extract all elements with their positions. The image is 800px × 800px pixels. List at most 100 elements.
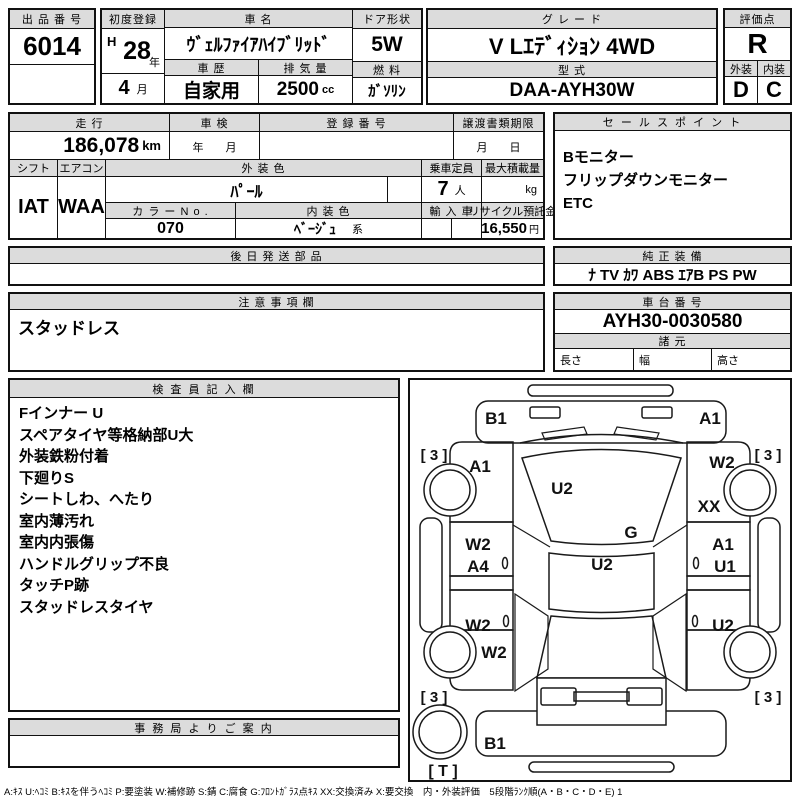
front-right-wheel-inner — [729, 469, 771, 511]
notes-value: スタッドレス — [18, 319, 120, 338]
damage-code-label: A1 — [712, 535, 734, 554]
front-left-wheel-inner — [429, 469, 471, 511]
inspector-note-item: スタッドレスタイヤ — [19, 598, 154, 616]
damage-code-label: W2 — [709, 453, 735, 472]
inspector-note-item: ハンドルグリップ不良 — [19, 555, 170, 573]
genuine-equipment-header: 純 正 装 備 — [555, 248, 790, 264]
transfer-deadline-header: 譲渡書類期限 — [454, 114, 543, 132]
right-rear-door-handle — [691, 614, 699, 628]
car-damage-diagram: B1 A1 [ 3 ] [ 3 ] A1 W2 U2 XX W2 A4 G U2 A1 U1 W2 U2 W2 [… — [408, 378, 792, 782]
office-notice-box: 事 務 局 よ り ご 案 内 — [8, 718, 400, 768]
exterior-color-extra-cell — [388, 177, 422, 203]
spec-width-label: 幅 — [634, 349, 712, 370]
later-parts-value — [10, 264, 543, 284]
left-door-sill — [449, 575, 514, 591]
rear-molding — [528, 761, 675, 773]
rear-left-wheel-inner — [429, 631, 471, 673]
first-registration-header: 初度登録 — [102, 10, 164, 29]
damage-code-label: A1 — [699, 409, 721, 428]
auction-sheet: 出 品 番 号 6014 初度登録 H 28 年 4 月 車 名 ｳﾞｪﾙﾌｧｲ… — [0, 0, 800, 800]
inspector-notes-header: 検 査 員 記 入 欄 — [10, 380, 398, 398]
era-letter: H — [107, 34, 117, 49]
shift-header: シフト — [10, 160, 58, 177]
sales-points-box: セ ー ル ス ポ イ ン ト Bモニター フリップダウンモニター ETC — [553, 112, 792, 240]
history-header: 車 歴 — [165, 60, 259, 76]
damage-code-label: XX — [698, 497, 721, 516]
month-unit: 月 — [136, 83, 148, 96]
right-a-pillar-line — [652, 524, 688, 548]
first-registration-year-cell: H 28 年 — [102, 29, 164, 74]
capacity-value: 7 — [437, 178, 449, 200]
capacity-header: 乗車定員 — [422, 160, 482, 177]
capacity-unit: 人 — [454, 184, 466, 197]
rear-glass — [536, 615, 667, 679]
first-registration-month-cell: 4 月 — [102, 74, 164, 103]
office-notice-value — [10, 736, 398, 766]
grade-header: グ レ ー ド — [428, 10, 716, 29]
transfer-deadline-value: 月 日 — [454, 132, 543, 160]
exterior-color-value: ﾊﾟｰﾙ — [106, 177, 388, 203]
inspector-notes-box: 検 査 員 記 入 欄 Fインナー U スペアタイヤ等格納部U大 外装鉄粉付着 … — [8, 378, 400, 712]
damage-code-label: U2 — [591, 555, 613, 574]
rear-right-wheel-inner — [729, 631, 771, 673]
score-header: 評価点 — [725, 10, 790, 28]
inspector-note-item: 外装鉄粉付着 — [19, 448, 110, 465]
history-value: 自家用 — [165, 76, 259, 103]
car-name-header: 車 名 — [165, 10, 352, 29]
chassis-number-header: 車 台 番 号 — [555, 294, 790, 310]
aircon-value: WAA — [58, 177, 106, 238]
registration-box: 走 行 車 検 登 録 番 号 譲渡書類期限 186,078 km 年 月 月 … — [8, 112, 556, 240]
grade-value: V Lｴﾃﾞｨｼｮﾝ 4WD — [428, 29, 716, 62]
damage-code-label: W2 — [465, 535, 491, 554]
color-no-value: 070 — [106, 219, 236, 238]
max-load-header: 最大積載量 — [482, 160, 543, 177]
door-shape-value: 5W — [353, 29, 421, 62]
vehicle-info-box: 初度登録 H 28 年 4 月 車 名 ｳﾞｪﾙﾌｧｲｱﾊｲﾌﾞﾘｯﾄﾞ 車 歴… — [100, 8, 423, 105]
sales-point-item: Bモニター — [563, 149, 634, 166]
grade-box: グ レ ー ド V Lｴﾃﾞｨｼｮﾝ 4WD 型 式 DAA-AYH30W — [426, 8, 718, 105]
car-damage-svg: B1 A1 [ 3 ] [ 3 ] A1 W2 U2 XX W2 A4 G U2 A1 U1 W2 U2 W2 [… — [412, 384, 782, 780]
recycle-deposit-value: 16,550 — [481, 220, 527, 237]
import-car-cell-2 — [452, 219, 482, 238]
right-rocker-panel — [757, 517, 781, 633]
front-bumper-detail-right — [641, 406, 673, 419]
damage-code-label: [ 3 ] — [755, 447, 782, 464]
interior-color-header: 内 装 色 — [236, 203, 422, 219]
left-rear-door-handle — [502, 614, 510, 628]
right-front-door-handle — [692, 556, 700, 570]
fuel-value: ｶﾞｿﾘﾝ — [368, 83, 406, 100]
front-molding — [527, 384, 674, 397]
damage-code-label: U2 — [551, 479, 573, 498]
door-shape-header: ドア形状 — [353, 10, 421, 29]
recycle-deposit-cell: 16,550 円 — [481, 219, 543, 238]
right-door-sill — [686, 575, 751, 591]
damage-code-label: W2 — [481, 643, 507, 662]
displacement-cell: 2500 cc — [259, 76, 352, 103]
mileage-unit: km — [142, 138, 161, 153]
windshield-hood — [521, 448, 682, 546]
damage-code-label: G — [624, 523, 637, 542]
registration-number-value — [260, 132, 454, 160]
interior-color-suffix: 系 — [352, 223, 363, 236]
legend-line: A:ｷｽ U:ﾍｺﾐ B:ｷｽを伴うﾍｺﾐ P:要塗装 W:補修跡 S:錆 C:… — [4, 787, 623, 798]
front-bumper-detail-left — [529, 406, 561, 419]
first-registration-month: 4 — [118, 77, 130, 99]
score-box: 評価点 R 外装 内装 D C — [723, 8, 792, 105]
fuel-header: 燃 料 — [353, 62, 421, 78]
notes-box: 注 意 事 項 欄 スタッドレス — [8, 292, 545, 372]
left-a-pillar-line — [512, 524, 551, 548]
score-value: R — [725, 28, 790, 61]
inspection-header: 車 検 — [170, 114, 260, 132]
registration-number-header: 登 録 番 号 — [260, 114, 454, 132]
damage-code-label: A1 — [469, 457, 491, 476]
damage-code-label: B1 — [485, 409, 507, 428]
spec-length-label: 長さ — [555, 349, 634, 370]
inspector-note-item: スペアタイヤ等格納部U大 — [19, 426, 194, 444]
spare-tire-inner — [418, 710, 462, 754]
damage-code-label: [ 3 ] — [755, 689, 782, 706]
specs-header: 諸 元 — [555, 334, 790, 349]
damage-code-label: [ 3 ] — [421, 689, 448, 706]
inspector-note-item: Fインナー U — [19, 405, 104, 422]
exterior-grade-header: 外装 — [725, 61, 758, 77]
inspector-note-item: 室内薄汚れ — [19, 512, 95, 530]
